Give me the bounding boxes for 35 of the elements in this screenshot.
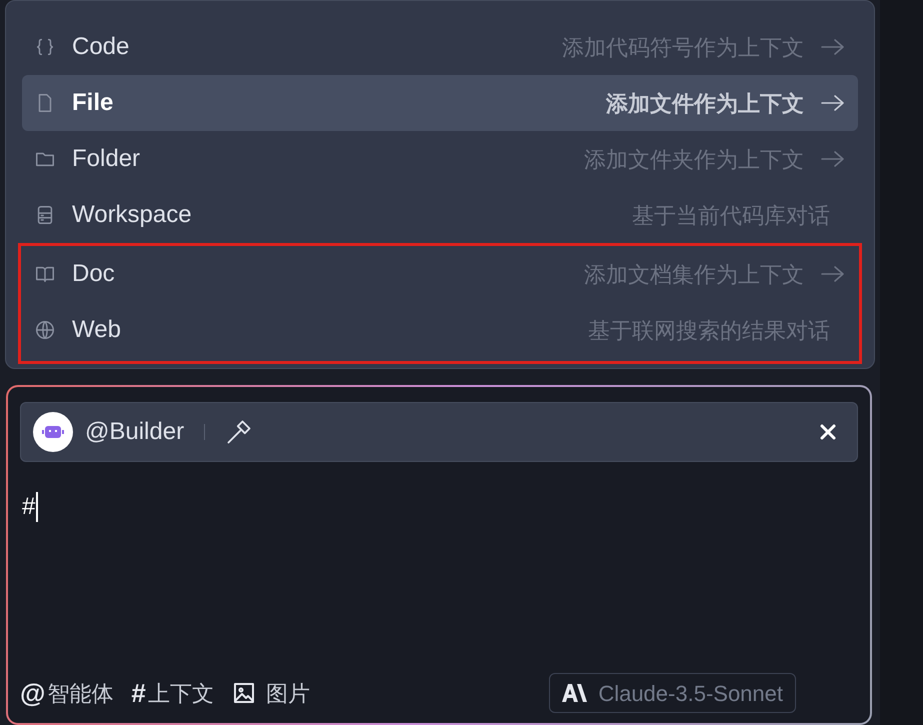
item-hint: 基于联网搜索的结果对话: [588, 316, 830, 344]
item-label: Code: [72, 32, 130, 62]
arrow-right-icon: [820, 148, 846, 170]
item-label: Workspace: [72, 200, 192, 230]
menu-item[interactable]: Web 基于联网搜索的结果对话: [22, 302, 858, 358]
menu-item[interactable]: Code 添加代码符号作为上下文: [22, 19, 858, 75]
toolbar-button[interactable]: @智能体: [20, 674, 114, 712]
item-label: Doc: [72, 259, 115, 289]
arrow-right-icon: [820, 92, 846, 114]
item-label: Web: [72, 315, 121, 345]
close-icon[interactable]: [819, 423, 837, 442]
hammer-icon[interactable]: [225, 418, 254, 446]
menu-item[interactable]: Workspace 基于当前代码库对话: [22, 187, 858, 243]
toolbar-button[interactable]: #上下文: [131, 674, 214, 712]
braces-icon: [34, 36, 56, 58]
item-hint: 添加代码符号作为上下文: [562, 34, 804, 62]
menu-item[interactable]: Folder 添加文件夹作为上下文: [22, 131, 858, 187]
item-label: File: [72, 88, 114, 118]
robot-avatar-icon: [33, 412, 73, 452]
menu-item[interactable]: Doc 添加文档集作为上下文: [22, 246, 858, 302]
menu-item[interactable]: File 添加文件作为上下文: [22, 75, 858, 131]
item-hint: 添加文件作为上下文: [606, 90, 804, 118]
message-input[interactable]: #: [20, 489, 38, 526]
item-label: Folder: [72, 144, 140, 174]
model-select[interactable]: Claude-3.5-Sonnet: [549, 673, 796, 713]
item-hint: 基于当前代码库对话: [632, 202, 830, 230]
arrow-right-icon: [820, 263, 846, 285]
toolbar-button[interactable]: 图片: [232, 676, 310, 710]
agent-name: @Builder: [85, 417, 184, 448]
item-hint: 添加文件夹作为上下文: [584, 146, 804, 174]
arrow-right-icon: [820, 36, 846, 58]
globe-icon: [34, 319, 56, 341]
logo-icon: [562, 684, 588, 702]
image-icon: [232, 681, 256, 705]
item-hint: 添加文档集作为上下文: [584, 260, 804, 288]
